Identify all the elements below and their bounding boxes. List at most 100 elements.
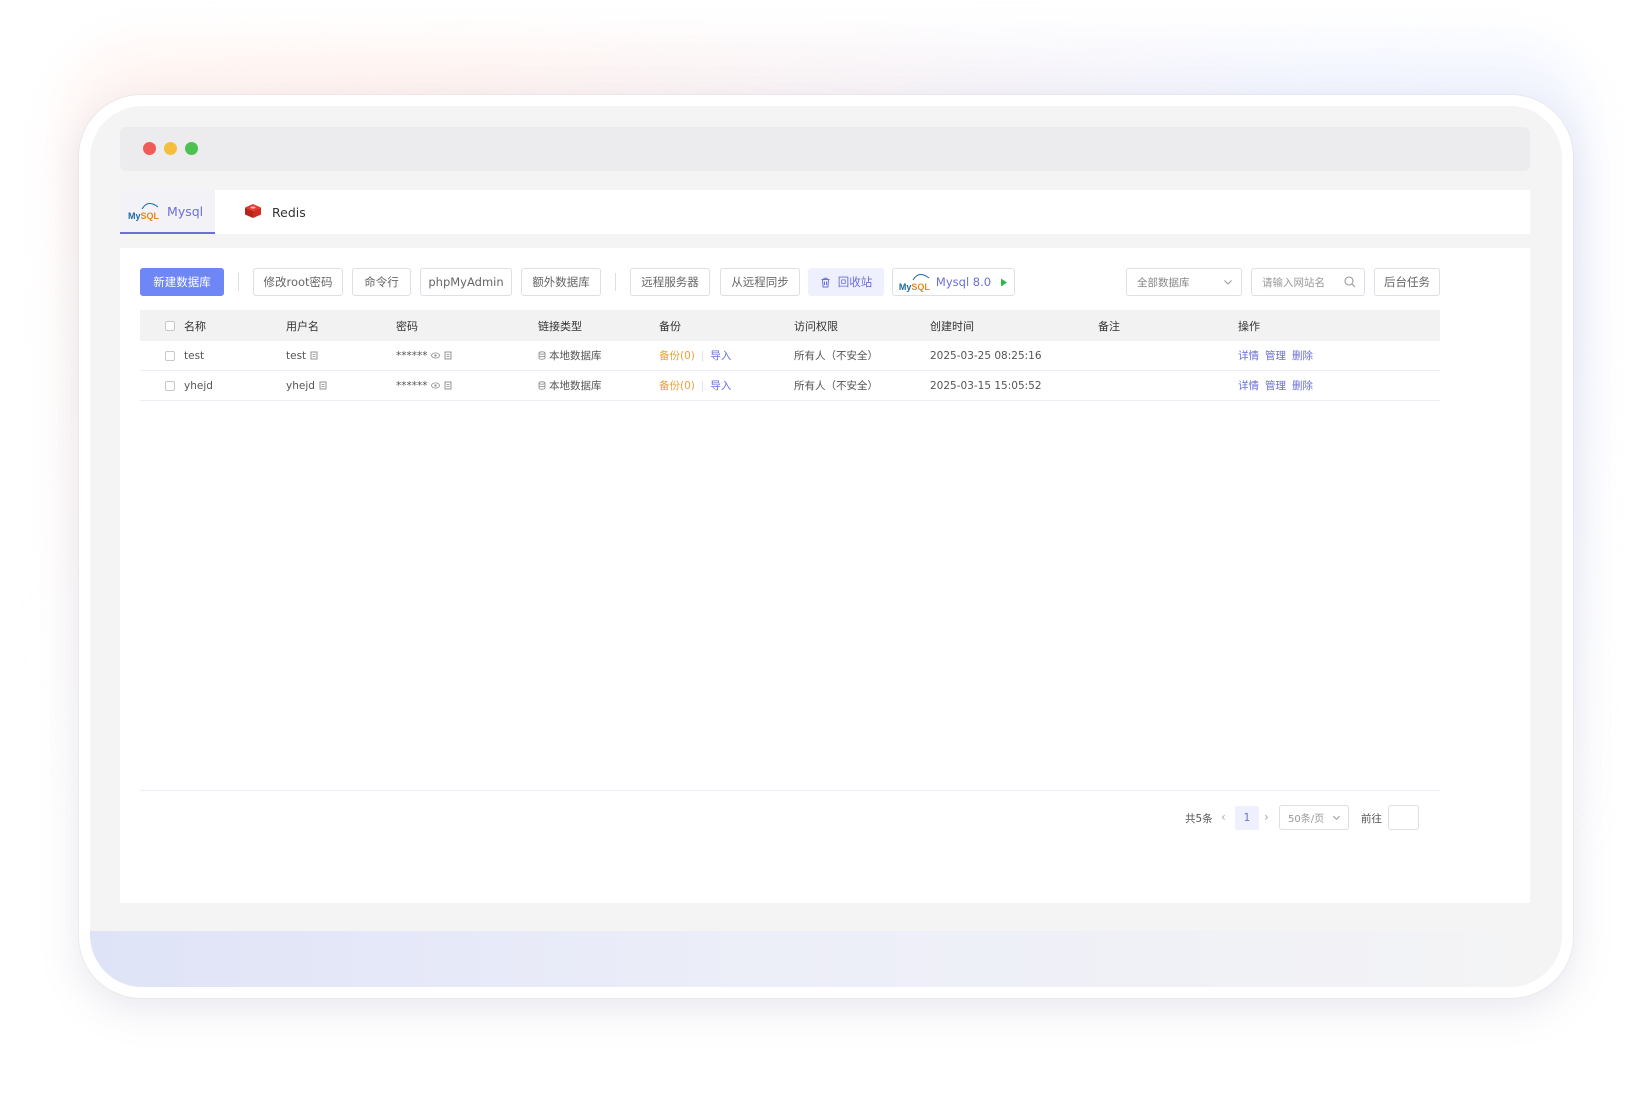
row-checkbox[interactable] (165, 351, 175, 361)
delete-link[interactable]: 删除 (1292, 348, 1313, 363)
new-database-button[interactable]: 新建数据库 (140, 268, 224, 296)
header-username: 用户名 (286, 319, 319, 333)
username-cell: test (286, 341, 318, 370)
db-access[interactable]: 所有人（不安全） (794, 371, 878, 400)
details-link[interactable]: 详情 (1238, 378, 1259, 393)
header-created: 创建时间 (930, 319, 974, 333)
db-link-type: 本地数据库 (549, 380, 602, 392)
recycle-bin-button[interactable]: 回收站 (808, 268, 884, 296)
recycle-bin-label: 回收站 (837, 275, 873, 289)
mysql-version-button[interactable]: My SQL Mysql 8.0 (892, 268, 1015, 296)
manage-link[interactable]: 管理 (1265, 348, 1286, 363)
tab-mysql[interactable]: My SQL Mysql (120, 190, 215, 234)
header-remark: 备注 (1098, 319, 1120, 333)
row-checkbox[interactable] (165, 381, 175, 391)
username-cell: yhejd (286, 371, 327, 400)
database-filter-value: 全部数据库 (1137, 276, 1190, 289)
eye-icon[interactable] (430, 352, 440, 359)
db-username: yhejd (286, 379, 315, 392)
command-line-button[interactable]: 命令行 (352, 268, 411, 296)
prev-page-icon[interactable]: ‹ (1221, 810, 1226, 824)
details-link[interactable]: 详情 (1238, 348, 1259, 363)
page-size-select[interactable]: 50条/页 (1279, 805, 1349, 830)
delete-link[interactable]: 删除 (1292, 378, 1313, 393)
db-created: 2025-03-15 15:05:52 (930, 379, 1042, 392)
play-icon (1001, 278, 1008, 286)
import-link[interactable]: 导入 (710, 378, 731, 393)
header-actions: 操作 (1238, 319, 1260, 333)
phpmyadmin-button[interactable]: phpMyAdmin (420, 268, 512, 296)
total-count: 共5条 (1185, 813, 1213, 825)
divider: | (700, 349, 705, 362)
page-size-value: 50条/页 (1288, 814, 1325, 825)
db-password: ****** (396, 379, 428, 392)
database-panel: 新建数据库 修改root密码 命令行 phpMyAdmin 额外数据库 远程服务… (120, 248, 1530, 903)
backup-cell: 备份(0) | 导入 (659, 341, 731, 370)
database-icon (538, 351, 546, 360)
table-row: yhejd yhejd ****** 本地数据库 备份(0) | 导入 所有人（… (140, 371, 1440, 401)
close-window-button[interactable] (143, 142, 156, 155)
mysql-logo-icon: My SQL (899, 272, 930, 292)
header-name: 名称 (184, 319, 206, 333)
import-link[interactable]: 导入 (710, 348, 731, 363)
select-all-checkbox[interactable] (165, 321, 175, 331)
mysql-logo-icon: My SQL (128, 201, 159, 221)
page-number-current[interactable]: 1 (1235, 806, 1259, 830)
change-root-password-button[interactable]: 修改root密码 (253, 268, 343, 296)
site-search-box (1251, 268, 1365, 297)
search-icon[interactable] (1344, 276, 1356, 288)
header-password: 密码 (396, 319, 418, 333)
eye-icon[interactable] (430, 382, 440, 389)
db-username: test (286, 349, 307, 362)
toolbar: 新建数据库 修改root密码 命令行 phpMyAdmin 额外数据库 远程服务… (140, 268, 1510, 297)
backup-cell: 备份(0) | 导入 (659, 371, 731, 400)
next-page-icon[interactable]: › (1264, 810, 1269, 824)
database-icon (538, 381, 546, 390)
bottom-band (90, 931, 1562, 987)
actions-cell: 详情 管理 删除 (1238, 371, 1319, 400)
device-frame: My SQL Mysql Redis 新建数据库 修改root密码 命令行 ph… (79, 95, 1573, 998)
chevron-down-icon (1224, 280, 1232, 285)
redis-icon (244, 203, 262, 222)
db-access[interactable]: 所有人（不安全） (794, 341, 878, 370)
table-header: 名称 用户名 密码 链接类型 备份 访问权限 创建时间 备注 操作 (140, 310, 1440, 341)
toolbar-divider (615, 273, 616, 291)
backup-link[interactable]: 备份(0) (659, 378, 695, 393)
copy-icon[interactable] (310, 351, 318, 360)
tab-redis[interactable]: Redis (244, 190, 334, 234)
mysql-version-label: Mysql 8.0 (935, 275, 992, 289)
backup-link[interactable]: 备份(0) (659, 348, 695, 363)
extra-database-button[interactable]: 额外数据库 (521, 268, 601, 296)
goto-label: 前往 (1361, 813, 1382, 825)
minimize-window-button[interactable] (164, 142, 177, 155)
tab-bar: My SQL Mysql Redis (120, 190, 1530, 234)
maximize-window-button[interactable] (185, 142, 198, 155)
table-row: test test ****** 本地数据库 备份(0) | 导入 所有人（不安… (140, 341, 1440, 371)
divider: | (700, 379, 705, 392)
trash-icon (821, 277, 830, 287)
copy-icon[interactable] (444, 381, 452, 390)
tab-redis-label: Redis (272, 204, 306, 220)
link-type-cell: 本地数据库 (538, 371, 602, 400)
db-created: 2025-03-25 08:25:16 (930, 349, 1042, 362)
link-type-cell: 本地数据库 (538, 341, 602, 370)
copy-icon[interactable] (319, 381, 327, 390)
toolbar-divider (238, 273, 239, 291)
site-search-input[interactable] (1252, 269, 1350, 297)
db-link-type: 本地数据库 (549, 350, 602, 362)
footer-divider (140, 790, 1440, 791)
database-table: 名称 用户名 密码 链接类型 备份 访问权限 创建时间 备注 操作 test t… (140, 310, 1440, 401)
tab-mysql-label: Mysql (167, 203, 204, 219)
copy-icon[interactable] (444, 351, 452, 360)
goto-page-input[interactable] (1388, 805, 1419, 830)
password-cell: ****** (396, 341, 452, 370)
sync-from-remote-button[interactable]: 从远程同步 (720, 268, 800, 296)
header-backup: 备份 (659, 319, 681, 333)
db-password: ****** (396, 349, 428, 362)
background-tasks-button[interactable]: 后台任务 (1374, 268, 1440, 296)
db-name: test (184, 349, 205, 362)
chevron-down-icon (1332, 815, 1341, 821)
remote-server-button[interactable]: 远程服务器 (630, 268, 710, 296)
manage-link[interactable]: 管理 (1265, 378, 1286, 393)
database-filter-select[interactable]: 全部数据库 (1126, 268, 1242, 296)
